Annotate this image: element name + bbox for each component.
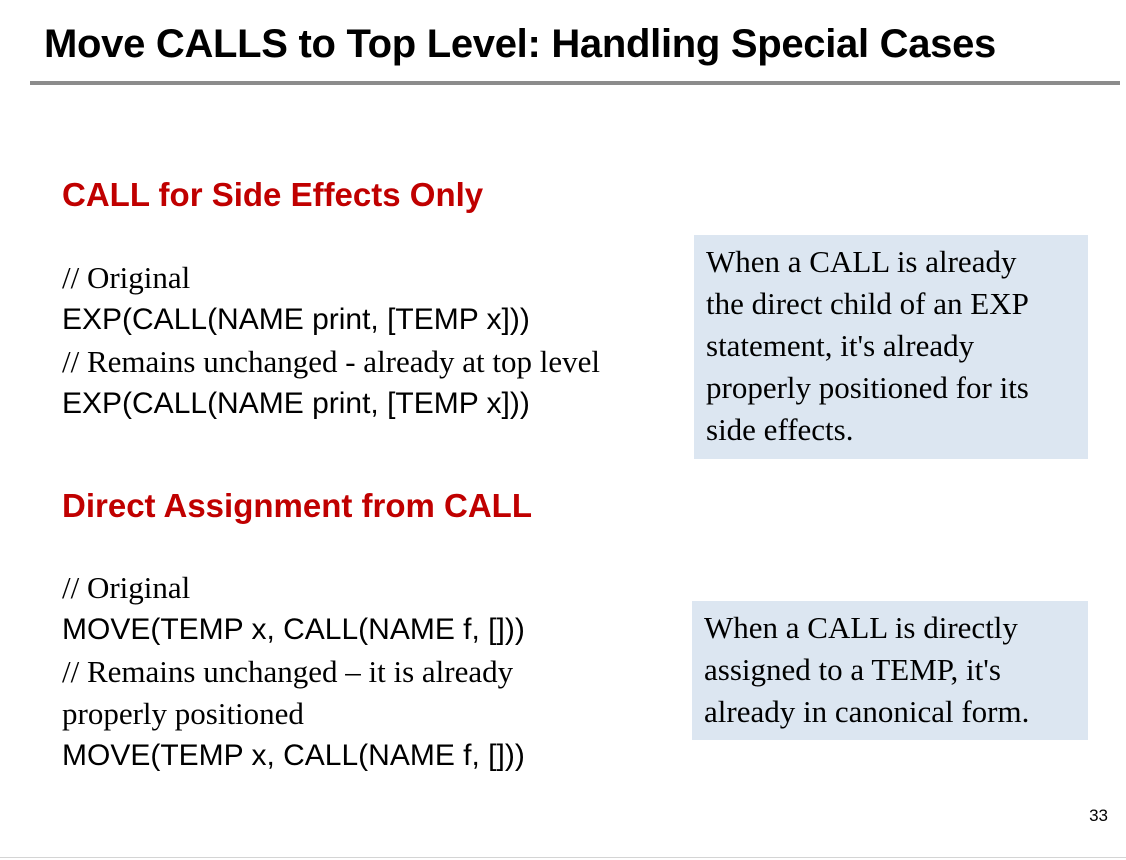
note-line: properly positioned for its [706, 370, 1029, 405]
code-comment: properly positioned [62, 696, 304, 731]
direct-assignment-note: When a CALL is directly assigned to a TE… [692, 601, 1088, 740]
code-comment: // Remains unchanged - already at top le… [62, 344, 601, 379]
slide-title: Move CALLS to Top Level: Handling Specia… [44, 22, 996, 66]
note-line: assigned to a TEMP, it's [704, 652, 1001, 687]
note-line: When a CALL is directly [704, 610, 1018, 645]
page-number: 33 [1089, 806, 1108, 825]
code-statement: MOVE(TEMP x, CALL(NAME f, [])) [62, 613, 525, 646]
side-effects-heading: CALL for Side Effects Only [62, 176, 484, 213]
note-line: the direct child of an EXP [706, 286, 1029, 321]
title-divider [30, 81, 1120, 85]
note-line: side effects. [706, 412, 854, 447]
direct-assignment-code: // Original MOVE(TEMP x, CALL(NAME f, []… [62, 567, 687, 777]
code-statement: MOVE(TEMP x, CALL(NAME f, [])) [62, 739, 525, 772]
code-comment: // Original [62, 260, 191, 295]
note-line: already in canonical form. [704, 694, 1030, 729]
code-statement: EXP(CALL(NAME print, [TEMP x])) [62, 387, 530, 420]
code-statement: EXP(CALL(NAME print, [TEMP x])) [62, 303, 530, 336]
code-comment: // Remains unchanged – it is already [62, 654, 514, 689]
code-comment: // Original [62, 570, 191, 605]
note-line: When a CALL is already [706, 244, 1017, 279]
side-effects-note: When a CALL is already the direct child … [694, 235, 1088, 459]
note-line: statement, it's already [706, 328, 975, 363]
side-effects-code: // Original EXP(CALL(NAME print, [TEMP x… [62, 257, 687, 425]
footer-divider [0, 857, 1126, 858]
direct-assignment-heading: Direct Assignment from CALL [62, 487, 532, 524]
